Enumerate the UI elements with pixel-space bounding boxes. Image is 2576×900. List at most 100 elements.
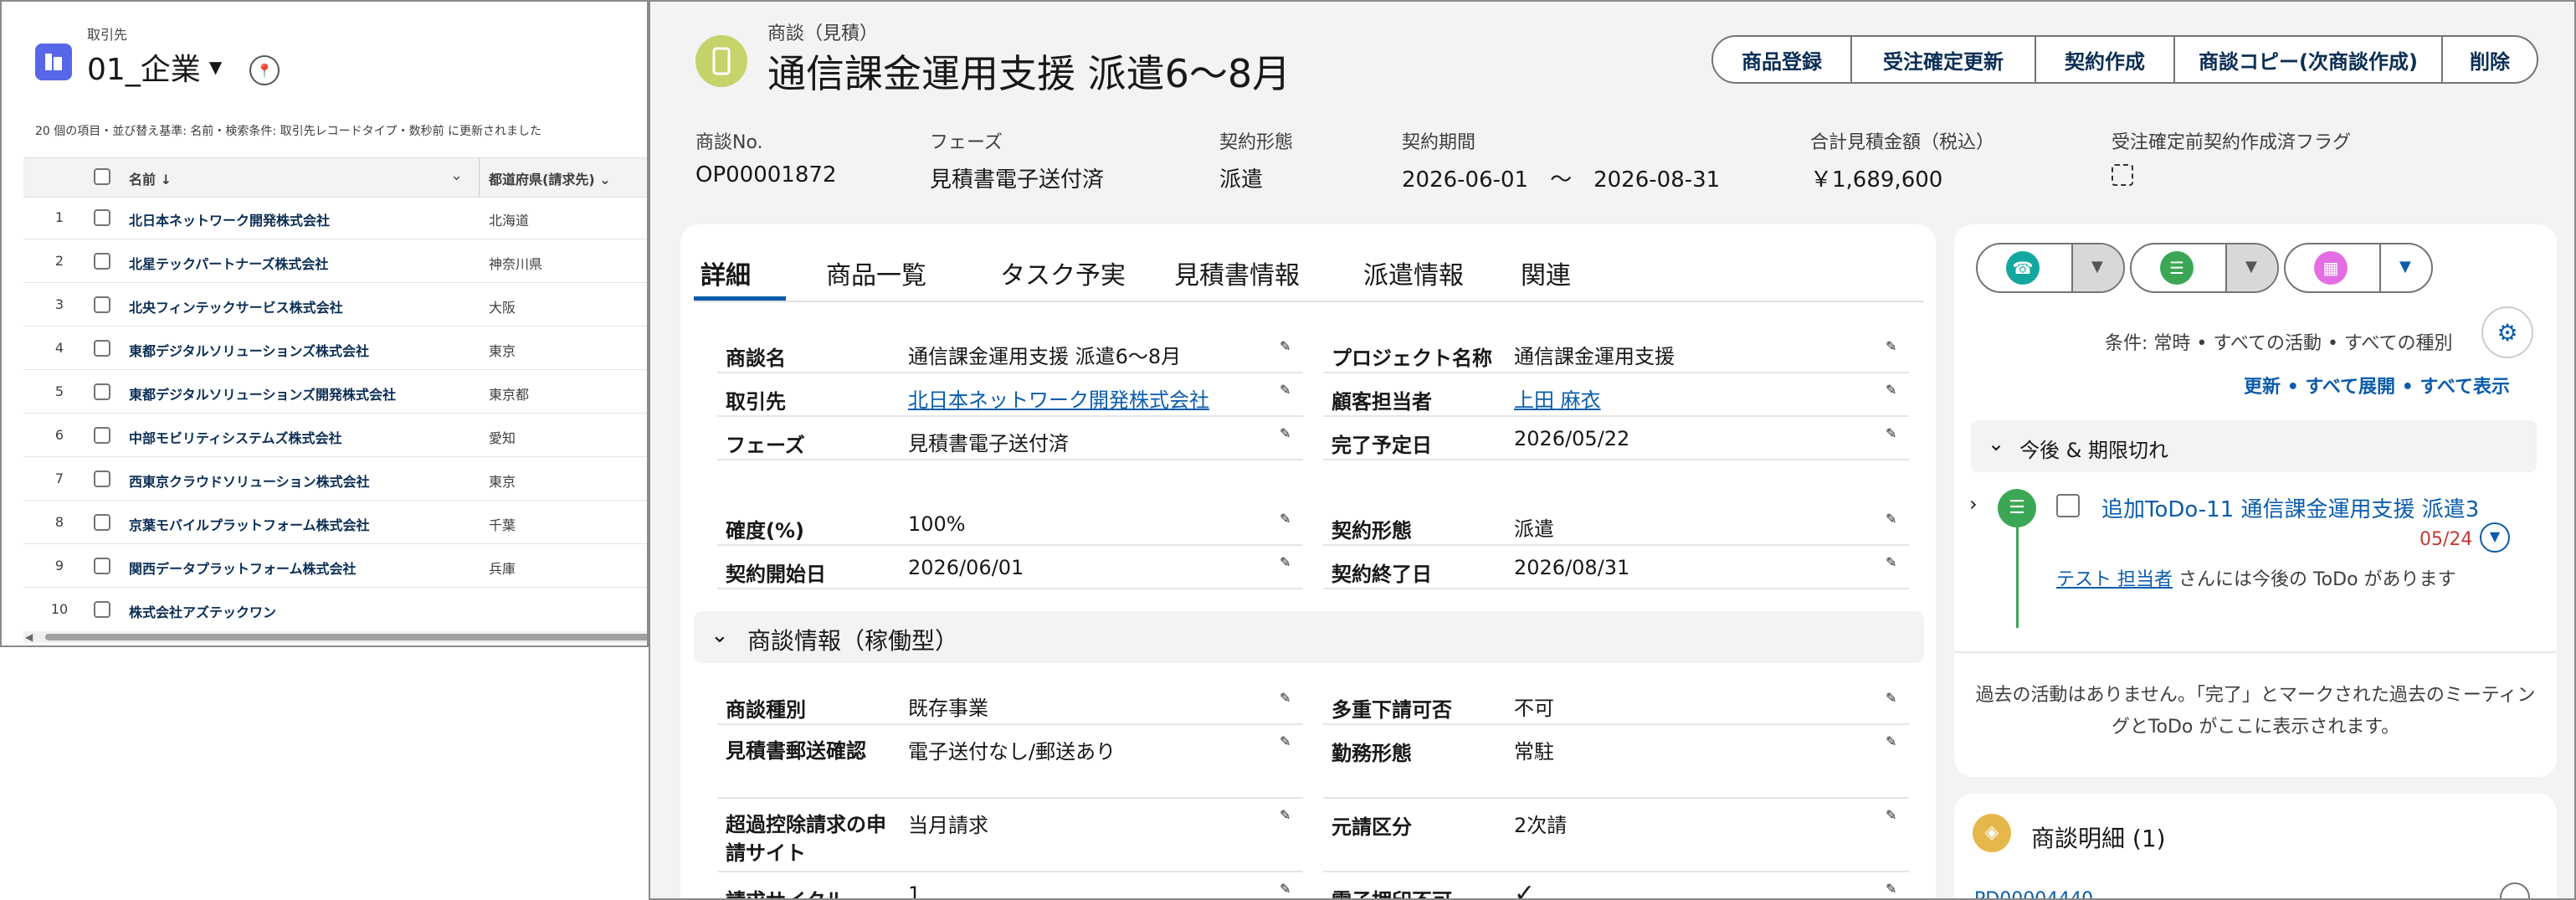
tab-dispatch-info[interactable]: 派遣情報: [1363, 255, 1464, 291]
row-checkbox[interactable]: [94, 383, 110, 400]
edit-pencil-icon[interactable]: ✎: [1886, 807, 1904, 825]
account-name-link[interactable]: 東都デジタルソリューションズ開発株式会社: [129, 383, 396, 404]
account-name-link[interactable]: 北央フィンテックサービス株式会社: [129, 296, 343, 316]
pin-icon: 📍: [256, 62, 273, 79]
tab-related[interactable]: 関連: [1521, 255, 1571, 291]
row-checkbox[interactable]: [94, 471, 110, 487]
edit-pencil-icon[interactable]: ✎: [1280, 690, 1298, 708]
account-link[interactable]: 北日本ネットワーク開発株式会社: [908, 383, 1209, 413]
contact-link[interactable]: 上田 麻衣: [1514, 383, 1601, 413]
tab-quote-info[interactable]: 見積書情報: [1174, 255, 1300, 291]
edit-pencil-icon[interactable]: ✎: [1280, 881, 1298, 898]
account-pref: 東京都: [489, 387, 530, 403]
section-header[interactable]: ⌄ 商談情報（稼働型）: [694, 611, 1924, 663]
dropdown-section[interactable]: ▼: [2225, 244, 2277, 291]
product-register-button[interactable]: 商品登録: [1711, 35, 1852, 84]
new-event-button-group[interactable]: ▦ ▼: [2284, 243, 2433, 293]
row-number: 7: [54, 471, 64, 486]
table-row: 3 北央フィンテックサービス株式会社 大阪: [2, 283, 647, 327]
highlight-label: 合計見積金額（税込）: [1810, 132, 1995, 153]
edit-pencil-icon[interactable]: ✎: [1280, 382, 1298, 400]
tab-details[interactable]: 詳細: [700, 255, 751, 291]
account-name-link[interactable]: 京葉モバイルプラットフォーム株式会社: [129, 514, 370, 534]
show-all-link[interactable]: すべて表示: [2419, 377, 2510, 398]
no-past-activity-text: 過去の活動はありません。「完了」とマークされた過去のミーティングとToDo がこ…: [1975, 685, 2536, 738]
chevron-down-icon: ▼: [208, 57, 223, 77]
field-label: 契約形態: [1332, 519, 1412, 543]
dropdown-section[interactable]: ▼: [2379, 244, 2431, 291]
account-name-link[interactable]: 北星テックパートナーズ株式会社: [129, 253, 328, 273]
task-title-link[interactable]: 追加ToDo-11 通信課金運用支援 派遣3: [2101, 492, 2479, 523]
edit-pencil-icon[interactable]: ✎: [1886, 425, 1904, 444]
edit-pencil-icon[interactable]: ✎: [1886, 338, 1904, 357]
dropdown-section[interactable]: ▼: [2071, 244, 2123, 291]
edit-pencil-icon[interactable]: ✎: [1280, 807, 1298, 825]
edit-pencil-icon[interactable]: ✎: [1886, 554, 1904, 573]
row-checkbox[interactable]: [94, 601, 110, 618]
row-checkbox[interactable]: [94, 558, 110, 574]
tab-task-plan[interactable]: タスク予実: [1000, 255, 1126, 291]
scrollbar-thumb[interactable]: [45, 634, 647, 640]
edit-pencil-icon[interactable]: ✎: [1886, 733, 1904, 752]
phone-icon[interactable]: ☎: [2006, 251, 2040, 285]
refresh-link[interactable]: 更新: [2244, 377, 2281, 398]
copy-opportunity-button[interactable]: 商談コピー(次商談作成): [2173, 35, 2443, 84]
row-checkbox[interactable]: [94, 253, 110, 270]
row-checkbox[interactable]: [94, 340, 110, 357]
edit-pencil-icon[interactable]: ✎: [1886, 881, 1904, 898]
tab-products[interactable]: 商品一覧: [826, 255, 926, 291]
related-item-menu-button[interactable]: [2500, 882, 2530, 898]
task-actions-button[interactable]: ▼: [2480, 522, 2510, 553]
related-list-title[interactable]: 商談明細 (1): [2031, 820, 2166, 854]
edit-pencil-icon[interactable]: ✎: [1886, 690, 1904, 708]
field-label: 完了予定日: [1332, 434, 1432, 457]
new-task-button-group[interactable]: ☰ ▼: [2130, 243, 2279, 293]
row-checkbox[interactable]: [94, 514, 110, 531]
filter-settings-button[interactable]: ⚙: [2481, 306, 2533, 358]
create-contract-button[interactable]: 契約作成: [2035, 35, 2175, 84]
edit-pencil-icon[interactable]: ✎: [1280, 425, 1298, 444]
row-number: 10: [50, 601, 69, 617]
field-value: 電子送付なし/郵送あり: [908, 740, 1116, 764]
pref-column-header[interactable]: 都道府県(請求先) ⌄: [489, 168, 611, 188]
account-name-link[interactable]: 北日本ネットワーク開発株式会社: [129, 209, 330, 229]
order-confirm-update-button[interactable]: 受注確定更新: [1850, 35, 2036, 84]
field-label: 取引先: [726, 390, 786, 414]
chevron-right-icon[interactable]: ›: [1969, 492, 1978, 516]
highlight-contract-type: 契約形態 派遣: [1219, 127, 1293, 193]
upcoming-section-header[interactable]: ⌄ 今後 & 期限切れ: [1971, 420, 2537, 472]
list-view-selector[interactable]: 01_企業 ▼: [87, 45, 222, 89]
account-name-link[interactable]: 中部モビリティシステムズ株式会社: [129, 427, 342, 447]
field-label: 請求サイクル: [726, 884, 845, 898]
edit-pencil-icon[interactable]: ✎: [1280, 554, 1298, 573]
account-name-link[interactable]: 東都デジタルソリューションズ株式会社: [129, 340, 369, 360]
task-complete-checkbox[interactable]: [2056, 494, 2080, 517]
select-all-checkbox[interactable]: [94, 168, 110, 185]
calendar-icon[interactable]: ▦: [2314, 251, 2348, 285]
edit-pencil-icon[interactable]: ✎: [1886, 382, 1904, 400]
field-label: 確度(%): [726, 519, 804, 543]
delete-button[interactable]: 削除: [2441, 35, 2538, 84]
account-name-link[interactable]: 西東京クラウドソリューション株式会社: [129, 471, 370, 491]
account-name-link[interactable]: 関西データプラットフォーム株式会社: [129, 558, 357, 578]
log-call-button-group[interactable]: ☎ ▼: [1976, 243, 2125, 293]
expand-all-link[interactable]: すべて展開: [2305, 377, 2395, 398]
task-icon[interactable]: ☰: [2160, 251, 2194, 285]
task-owner-link[interactable]: テスト 担当者: [2056, 569, 2173, 590]
edit-pencil-icon[interactable]: ✎: [1280, 511, 1298, 529]
row-checkbox[interactable]: [94, 296, 110, 313]
highlight-label: 商談No.: [695, 132, 763, 153]
edit-pencil-icon[interactable]: ✎: [1280, 733, 1298, 752]
pin-button[interactable]: 📍: [249, 55, 280, 85]
name-column-header[interactable]: 名前 ↓: [129, 168, 172, 188]
column-menu-icon[interactable]: ⌄: [450, 167, 463, 184]
account-name-link[interactable]: 株式会社アズテックワン: [129, 601, 276, 621]
edit-pencil-icon[interactable]: ✎: [1280, 338, 1298, 357]
related-item-link[interactable]: PD00004440: [1974, 889, 2093, 898]
edit-pencil-icon[interactable]: ✎: [1886, 511, 1904, 529]
row-checkbox[interactable]: [94, 427, 110, 444]
field-value: 通信課金運用支援: [1514, 345, 1675, 368]
scroll-left-arrow-icon[interactable]: ◀: [25, 631, 33, 643]
horizontal-scrollbar[interactable]: ◀: [23, 631, 647, 643]
row-checkbox[interactable]: [94, 209, 110, 226]
